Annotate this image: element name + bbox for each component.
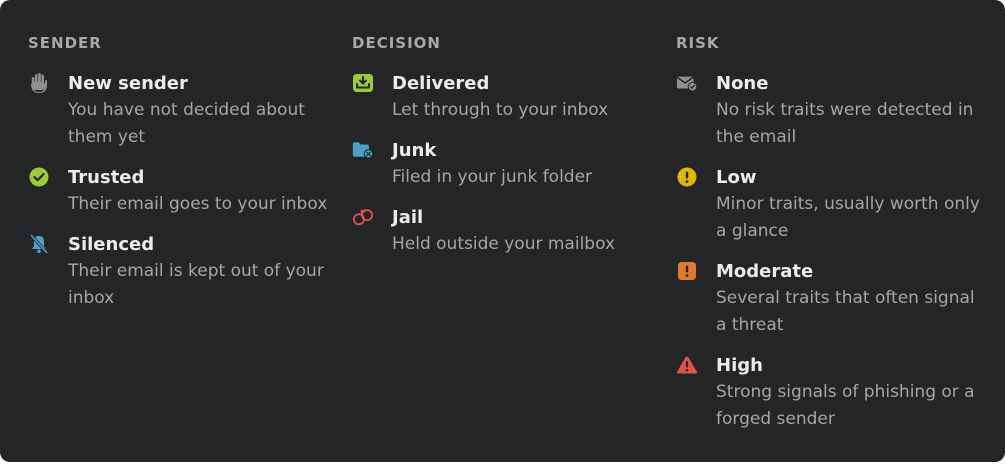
risk-entry-desc: Strong signals of phishing or a forged s… bbox=[716, 382, 975, 429]
risk-entry-title: None bbox=[716, 73, 769, 94]
decision-entry-delivered: Delivered Let through to your inbox bbox=[352, 71, 662, 124]
risk-entry-title: High bbox=[716, 355, 763, 376]
folder-x-icon bbox=[352, 139, 374, 161]
decision-header: DECISION bbox=[352, 34, 441, 52]
decision-entry-desc: Held outside your mailbox bbox=[392, 234, 616, 254]
hand-icon bbox=[28, 72, 50, 94]
risk-entry-desc: No risk traits were detected in the emai… bbox=[716, 100, 974, 147]
check-circle-icon bbox=[28, 166, 50, 188]
decision-entry-title: Jail bbox=[392, 207, 424, 228]
risk-header: RISK bbox=[676, 34, 720, 52]
risk-entry-title: Low bbox=[716, 167, 757, 188]
decision-entry-title: Junk bbox=[392, 140, 437, 161]
risk-entry-none: None No risk traits were detected in the… bbox=[676, 71, 986, 151]
handcuffs-icon bbox=[352, 206, 374, 228]
risk-entry-desc: Several traits that often signal a threa… bbox=[716, 288, 975, 335]
risk-entry-moderate: Moderate Several traits that often signa… bbox=[676, 259, 986, 339]
risk-column: RISK None No risk traits were detected i… bbox=[676, 32, 986, 447]
sender-column: SENDER New sender You have not decided a… bbox=[28, 32, 338, 326]
decision-column: DECISION Delivered Let through to your i… bbox=[352, 32, 662, 272]
decision-entry-title: Delivered bbox=[392, 73, 490, 94]
risk-entry-desc: Minor traits, usually worth only a glanc… bbox=[716, 194, 980, 241]
decision-entry-junk: Junk Filed in your junk folder bbox=[352, 138, 662, 191]
envelope-check-icon bbox=[676, 72, 698, 94]
sender-entry-desc: Their email goes to your inbox bbox=[68, 194, 328, 214]
exclamation-square-icon bbox=[676, 260, 698, 282]
sender-entry-silenced: Silenced Their email is kept out of your… bbox=[28, 232, 338, 312]
exclamation-circle-icon bbox=[676, 166, 698, 188]
risk-entry-title: Moderate bbox=[716, 261, 814, 282]
decision-entry-jail: Jail Held outside your mailbox bbox=[352, 205, 662, 258]
sender-entry-desc: Their email is kept out of your inbox bbox=[68, 261, 324, 308]
bell-slash-icon bbox=[28, 233, 50, 255]
risk-entry-low: Low Minor traits, usually worth only a g… bbox=[676, 165, 986, 245]
legend-panel: SENDER New sender You have not decided a… bbox=[0, 0, 1005, 462]
sender-entry-trusted: Trusted Their email goes to your inbox bbox=[28, 165, 338, 218]
decision-entry-desc: Let through to your inbox bbox=[392, 100, 609, 120]
sender-entry-title: Trusted bbox=[68, 167, 145, 188]
decision-entry-desc: Filed in your junk folder bbox=[392, 167, 593, 187]
inbox-tray-icon bbox=[352, 72, 374, 94]
risk-entry-high: High Strong signals of phishing or a for… bbox=[676, 353, 986, 433]
sender-entry-title: Silenced bbox=[68, 234, 155, 255]
warning-triangle-icon bbox=[676, 354, 698, 376]
sender-entry-title: New sender bbox=[68, 73, 188, 94]
sender-entry-desc: You have not decided about them yet bbox=[68, 100, 305, 147]
sender-entry-new: New sender You have not decided about th… bbox=[28, 71, 338, 151]
sender-header: SENDER bbox=[28, 34, 102, 52]
